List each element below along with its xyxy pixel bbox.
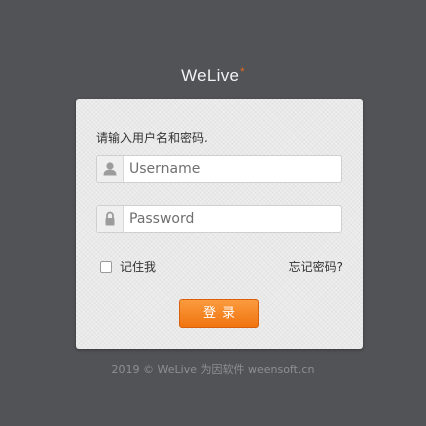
username-field[interactable] xyxy=(96,155,342,183)
username-input[interactable] xyxy=(124,156,338,182)
remember-label: 记住我 xyxy=(120,260,157,274)
password-field[interactable] xyxy=(96,205,342,233)
brand-title: WeLive* xyxy=(0,66,426,86)
remember-me[interactable]: 记住我 xyxy=(100,258,156,275)
brand-star-mark: * xyxy=(240,66,245,78)
brand-name: WeLive xyxy=(181,66,240,85)
login-panel: 请输入用户名和密码. 记住我 忘记密码? 登录 xyxy=(76,99,363,349)
remember-checkbox[interactable] xyxy=(100,260,112,273)
lock-icon xyxy=(97,206,124,232)
password-input[interactable] xyxy=(124,206,338,232)
login-button[interactable]: 登录 xyxy=(179,299,259,328)
login-prompt: 请输入用户名和密码. xyxy=(96,131,208,145)
user-icon xyxy=(97,156,124,182)
forgot-password-link[interactable]: 忘记密码? xyxy=(289,258,343,275)
footer-copyright: 2019 © WeLive 为因软件 weensoft.cn xyxy=(111,363,315,376)
